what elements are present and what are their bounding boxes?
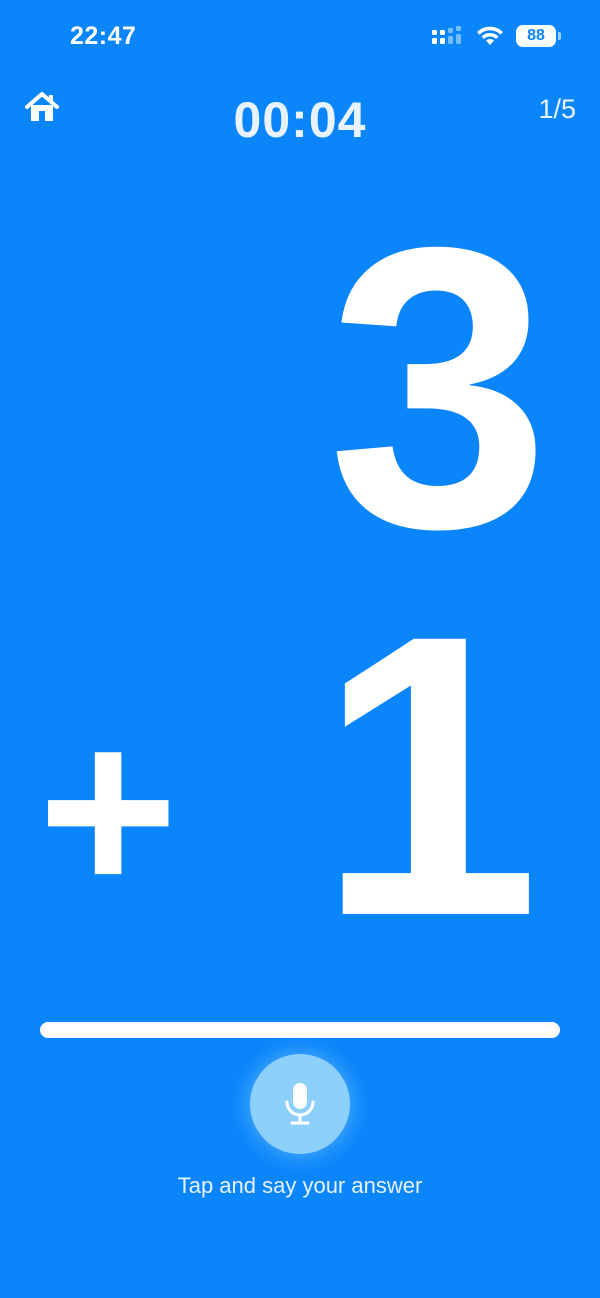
status-time: 22:47 xyxy=(70,22,137,50)
battery-cap xyxy=(558,32,561,40)
flashcard-screen: 22:47 88 00:04 1/5 3 + 1 Tap and say you… xyxy=(0,0,600,1298)
question-progress: 1/5 xyxy=(538,94,576,124)
voice-hint: Tap and say your answer xyxy=(177,1173,423,1198)
microphone-icon xyxy=(285,1083,315,1125)
top-operand: 3 xyxy=(327,164,550,611)
bottom-operand: 1 xyxy=(317,552,540,999)
wifi-icon xyxy=(477,26,503,45)
cellular-signal-icon xyxy=(432,26,461,44)
operator-sign: + xyxy=(38,676,179,944)
status-indicators: 88 xyxy=(432,22,561,50)
battery-level: 88 xyxy=(527,27,545,44)
microphone-button[interactable] xyxy=(250,1054,350,1154)
battery-indicator: 88 xyxy=(516,25,561,47)
elapsed-timer: 00:04 xyxy=(233,92,367,148)
